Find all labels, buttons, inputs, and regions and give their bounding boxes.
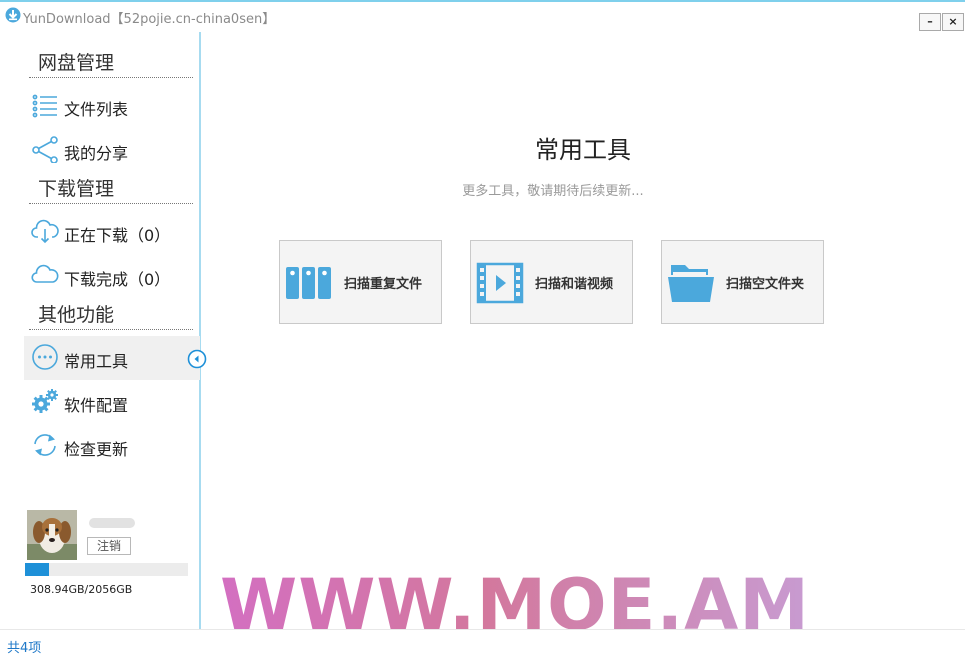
section-download-management: 下载管理	[29, 178, 193, 204]
avatar[interactable]	[27, 510, 77, 560]
tool-label: 扫描和谐视频	[535, 277, 614, 292]
storage-usage-text: 308.94GB/2056GB	[30, 583, 133, 596]
sidebar-item-label: 文件列表	[64, 100, 129, 119]
item-count-status: 共4项	[7, 641, 42, 656]
tool-label: 扫描空文件夹	[726, 277, 805, 292]
page-title: 常用工具	[535, 136, 631, 164]
sidebar-item-label: 检查更新	[64, 440, 129, 459]
tool-label: 扫描重复文件	[344, 277, 423, 292]
tool-scan-empty-folders[interactable]: 扫描空文件夹	[661, 240, 824, 324]
username-placeholder	[89, 518, 135, 528]
main-content: 常用工具 更多工具，敬请期待后续更新... 扫描重复文件 扫描和谐视频 扫描空文…	[201, 32, 965, 629]
folder-icon	[668, 265, 714, 302]
sidebar-item-label: 下载完成（0）	[64, 270, 171, 289]
list-icon	[32, 94, 57, 118]
minimize-button[interactable]: –	[919, 13, 941, 31]
title-bar: YunDownload【52pojie.cn-china0sen】 – ×	[0, 2, 965, 32]
sidebar-item-label: 正在下载（0）	[64, 226, 171, 245]
sidebar-item-downloading[interactable]: 正在下载（0）	[24, 210, 200, 254]
gears-icon	[32, 389, 58, 413]
page-subtitle: 更多工具，敬请期待后续更新...	[462, 184, 644, 199]
section-other-functions: 其他功能	[29, 304, 193, 330]
storage-usage-bar	[25, 563, 188, 576]
refresh-icon	[34, 434, 56, 456]
sidebar-item-download-complete[interactable]: 下载完成（0）	[24, 254, 200, 298]
tool-scan-duplicate-files[interactable]: 扫描重复文件	[279, 240, 442, 324]
section-cloud-management: 网盘管理	[29, 52, 193, 78]
sidebar-item-common-tools[interactable]: 常用工具	[24, 336, 200, 380]
cloud-download-icon	[31, 219, 59, 244]
sidebar-item-check-update[interactable]: 检查更新	[24, 424, 200, 468]
share-icon	[32, 136, 58, 163]
video-icon	[476, 262, 524, 304]
duplicate-files-icon	[286, 267, 331, 299]
sidebar-item-label: 常用工具	[64, 352, 129, 371]
storage-usage-fill	[25, 563, 50, 576]
window-title: YunDownload【52pojie.cn-china0sen】	[23, 12, 276, 27]
logout-button[interactable]: 注销	[87, 537, 131, 555]
close-button[interactable]: ×	[942, 13, 964, 31]
download-app-icon	[5, 7, 21, 23]
more-icon	[32, 344, 58, 370]
sidebar-item-label: 软件配置	[64, 396, 129, 415]
sidebar-item-my-share[interactable]: 我的分享	[24, 128, 200, 172]
sidebar-item-file-list[interactable]: 文件列表	[24, 84, 200, 128]
status-bar: 共4项	[0, 629, 965, 657]
tool-scan-videos[interactable]: 扫描和谐视频	[470, 240, 633, 324]
sidebar-item-label: 我的分享	[64, 144, 129, 163]
cloud-icon	[31, 264, 59, 283]
sidebar-item-settings[interactable]: 软件配置	[24, 380, 200, 424]
